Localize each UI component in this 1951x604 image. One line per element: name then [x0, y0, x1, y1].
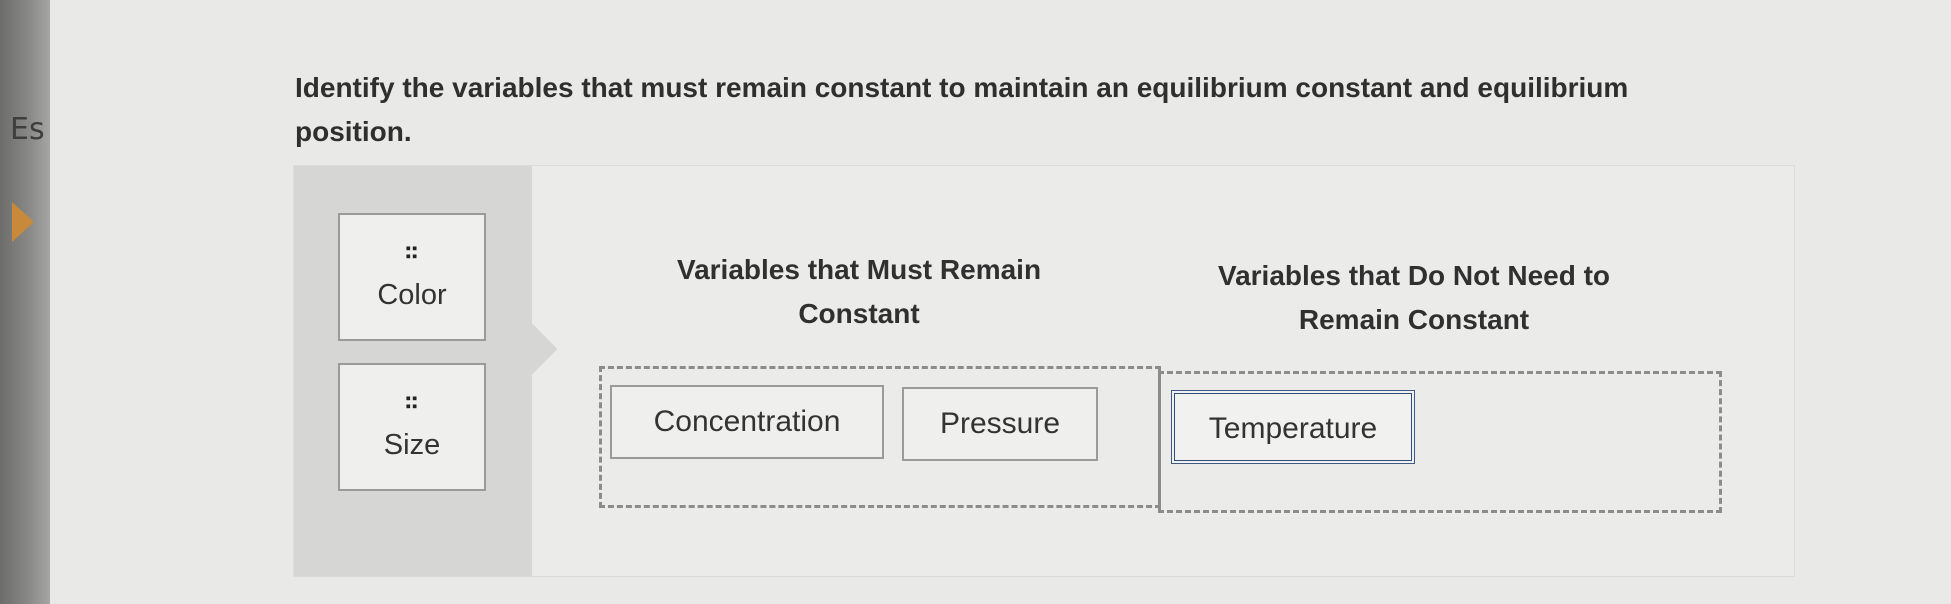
drop-zone-not-needed[interactable]: Temperature: [1158, 371, 1722, 513]
answer-bank: ▪▪ ▪▪ Color ▪▪ ▪▪ Size: [294, 166, 532, 576]
question-prompt: Identify the variables that must remain …: [295, 72, 1629, 147]
placed-item-temperature[interactable]: Temperature: [1171, 390, 1415, 464]
placed-item-pressure[interactable]: Pressure: [902, 387, 1098, 461]
drop-zone-must-remain[interactable]: Concentration Pressure: [599, 366, 1161, 508]
drag-grip-icon: ▪▪ ▪▪: [405, 240, 419, 265]
play-arrow-icon[interactable]: [12, 202, 34, 242]
rail-fragment-text: Es: [10, 112, 45, 147]
placed-item-concentration[interactable]: Concentration: [610, 385, 884, 459]
bank-item-label: Color: [377, 279, 447, 311]
drag-grip-icon: ▪▪ ▪▪: [405, 390, 419, 415]
left-rail: Es: [0, 0, 50, 604]
bank-item-color[interactable]: ▪▪ ▪▪ Color: [338, 213, 486, 341]
sorting-panel: ▪▪ ▪▪ Color ▪▪ ▪▪ Size Variables that Must…: [293, 165, 1795, 577]
column-header-must-remain: Variables that Must Remain Constant: [676, 254, 1042, 329]
bank-item-label: Size: [383, 429, 441, 461]
column-header-not-needed: Variables that Do Not Need to Remain Con…: [1217, 260, 1611, 335]
bank-item-size[interactable]: ▪▪ ▪▪ Size: [338, 363, 486, 491]
